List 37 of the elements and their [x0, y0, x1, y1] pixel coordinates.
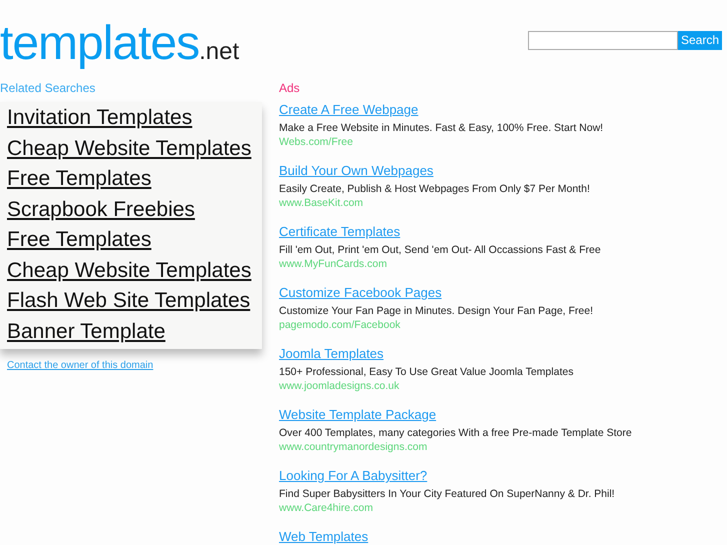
ad-url: www.Care4hire.com [279, 502, 374, 515]
related-search-link[interactable]: Free Templates [7, 164, 152, 194]
site-logo: templates [0, 18, 200, 70]
ad-description: Easily Create, Publish & Host Webpages From Only $7 Per Month! [279, 183, 591, 196]
ad-title-link[interactable]: Website Template Package [279, 407, 436, 423]
related-search-link[interactable]: Scrapbook Freebies [7, 194, 195, 225]
ad-description: 150+ Professional, Easy To Use Great Value Joomla Templates [279, 366, 574, 379]
ad-url: www.BaseKit.com [279, 197, 364, 210]
ad-title-link[interactable]: Build Your Own Webpages [279, 163, 434, 179]
ad-description: Make a Free Website in Minutes. Fast & Easy, 100% Free. Start Now! [279, 122, 604, 135]
related-search-link[interactable]: Free Templates [7, 225, 152, 256]
related-search-link[interactable]: Banner Template [7, 316, 166, 347]
related-search-link[interactable]: Flash Web Site Templates [7, 286, 250, 316]
search-button[interactable]: Search [678, 31, 722, 50]
ad-url: www.MyFunCards.com [279, 258, 388, 271]
contact-owner-link[interactable]: Contact the owner of this domain [7, 358, 154, 373]
search-field[interactable] [528, 31, 678, 50]
ads-heading: Ads [279, 80, 301, 97]
logo-suffix: .net [199, 37, 240, 67]
ad-title-link[interactable]: Certificate Templates [279, 224, 400, 240]
ad-title-link[interactable]: Looking For A Babysitter? [279, 468, 428, 484]
ad-description: Find Super Babysitters In Your City Featured On SuperNanny & Dr. Phil! [279, 488, 616, 501]
related-search-link[interactable]: Invitation Templates [7, 103, 192, 134]
ad-title-link[interactable]: Create A Free Webpage [279, 102, 418, 118]
ad-title-link[interactable]: Web Templates [279, 529, 368, 545]
related-search-link[interactable]: Cheap Website Templates [7, 134, 252, 164]
related-searches-heading: Related Searches [0, 80, 96, 97]
ad-description: Over 400 Templates, many categories With a free Pre-made Template Store [279, 427, 633, 440]
ad-title-link[interactable]: Joomla Templates [279, 346, 384, 362]
ad-url: www.joomladesigns.co.uk [279, 380, 400, 393]
related-search-link[interactable]: Cheap Website Templates [7, 256, 252, 286]
ad-description: Fill 'em Out, Print 'em Out, Send 'em Out- All Occassions Fast & Free [279, 244, 602, 257]
ad-url: www.countrymanordesigns.com [279, 441, 428, 454]
ad-url: pagemodo.com/Facebook [279, 319, 402, 332]
ad-title-link[interactable]: Customize Facebook Pages [279, 285, 442, 301]
ad-description: Customize Your Fan Page in Minutes. Design Your Fan Page, Free! [279, 305, 594, 318]
ad-url: Webs.com/Free [279, 136, 354, 149]
